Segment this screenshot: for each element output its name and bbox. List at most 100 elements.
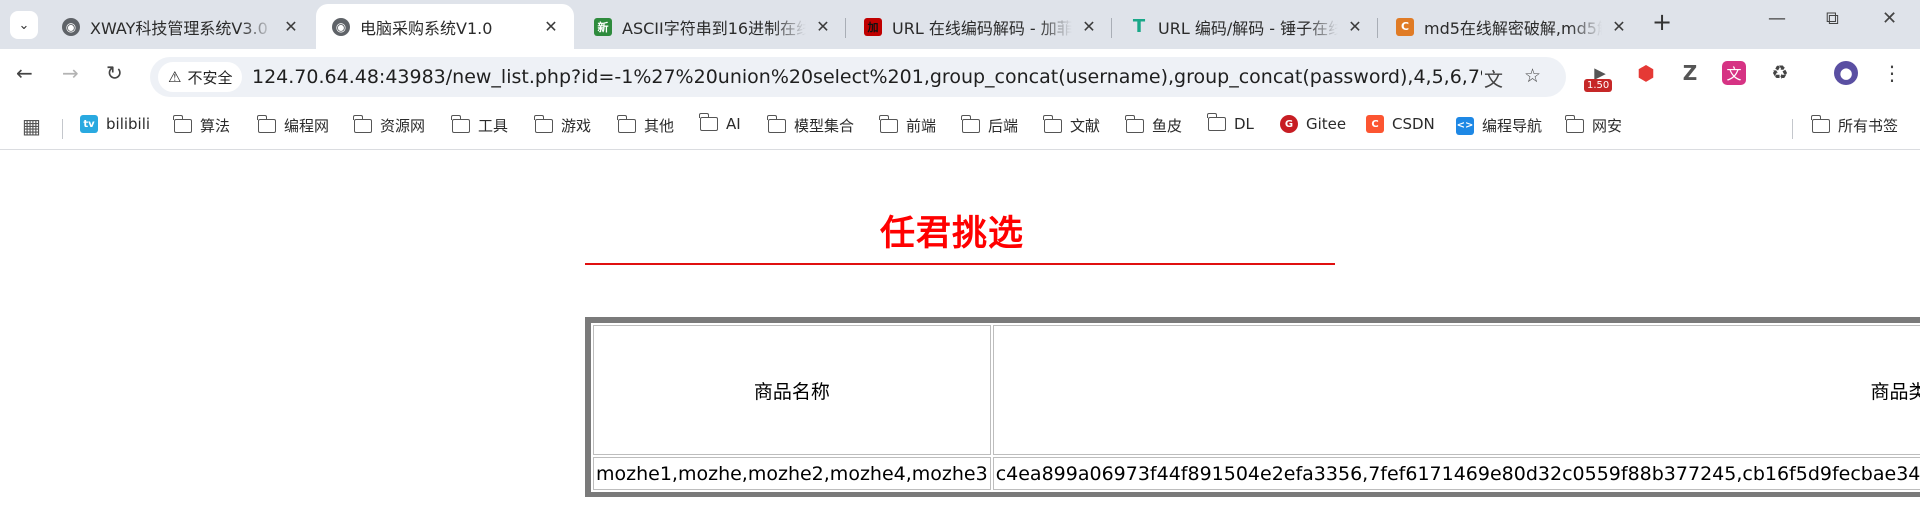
close-icon[interactable]: ✕	[542, 17, 560, 36]
folder-icon	[1207, 113, 1226, 131]
bookmark-divider	[62, 119, 63, 139]
tab-title: 电脑采购系统V1.0	[360, 18, 493, 38]
bookmark-folder-algorithm[interactable]: 算法	[173, 114, 230, 136]
puzzle-icon[interactable]: ♻	[1768, 61, 1792, 85]
translate-icon[interactable]: 文	[1484, 65, 1503, 92]
tab-strip: ⌄ ◉ XWAY科技管理系统V3.0 ✕ ◉ 电脑采购系统V1.0 ✕ 新 AS…	[0, 0, 1920, 49]
translator-icon[interactable]: 文	[1722, 61, 1746, 85]
folder-icon	[451, 114, 470, 133]
bookmark-folder-games[interactable]: 游戏	[534, 114, 591, 136]
bookmarks-bar: ▦ tv bilibili 算法 编程网 资源网 工具 游戏 其他 AI 模型集…	[0, 104, 1920, 150]
header-product-type: 商品类型	[992, 325, 1920, 455]
folder-icon	[1125, 114, 1144, 133]
star-icon[interactable]: ☆	[1524, 65, 1541, 87]
tool-icon: 新	[594, 17, 612, 36]
security-chip[interactable]: ⚠ 不安全	[158, 62, 243, 92]
bilibili-icon: tv	[80, 115, 98, 133]
code-nav-icon: <>	[1456, 116, 1474, 135]
folder-icon	[699, 113, 718, 131]
forward-arrow-icon[interactable]: →	[62, 61, 79, 85]
tab-title: ASCII字符串到16进制在线转换	[622, 18, 806, 38]
adblock-icon[interactable]: ⬢	[1634, 61, 1658, 85]
folder-icon	[1043, 114, 1062, 133]
new-tab-button[interactable]: +	[1652, 8, 1672, 36]
tab-xway[interactable]: ◉ XWAY科技管理系统V3.0 ✕	[46, 4, 314, 49]
folder-icon	[173, 114, 192, 133]
folder-icon	[961, 114, 980, 133]
chevron-down-icon: ⌄	[18, 17, 30, 33]
folder-icon	[1565, 114, 1584, 133]
extension-badge: 1.50	[1584, 79, 1613, 92]
globe-icon: ◉	[62, 17, 80, 36]
jia-icon: 加	[864, 17, 882, 36]
bookmark-folder-coding-sites[interactable]: 编程网	[257, 114, 329, 136]
tab-separator	[1111, 18, 1112, 38]
minimize-icon[interactable]: —	[1768, 8, 1786, 29]
csdn-icon: C	[1366, 115, 1384, 133]
avatar[interactable]: ●	[1834, 61, 1858, 85]
close-icon[interactable]: ✕	[1610, 17, 1628, 36]
md5-icon: C	[1396, 17, 1414, 36]
bookmark-folder-resources[interactable]: 资源网	[353, 114, 425, 136]
bookmark-folder-ai[interactable]: AI	[699, 113, 741, 133]
folder-icon	[767, 114, 786, 133]
bookmark-folder-papers[interactable]: 文献	[1043, 114, 1100, 136]
browser-toolbar: ← → ↻ ⚠ 不安全 124.70.64.48:43983/new_list.…	[0, 49, 1920, 104]
url-text[interactable]: 124.70.64.48:43983/new_list.php?id=-1%27…	[252, 66, 1482, 88]
apps-grid-icon[interactable]: ▦	[22, 114, 41, 138]
address-bar[interactable]: ⚠ 不安全 124.70.64.48:43983/new_list.php?id…	[150, 57, 1566, 97]
folder-icon	[617, 114, 636, 133]
tab-ascii-hex[interactable]: 新 ASCII字符串到16进制在线转换 ✕	[578, 4, 846, 49]
z-extension-icon[interactable]: Z	[1678, 61, 1702, 85]
goods-table: 商品名称 商品类型 mozhe1,mozhe,mozhe2,mozhe4,moz…	[591, 323, 1920, 492]
tab-title: URL 编码/解码 - 锤子在线工具	[1158, 18, 1338, 38]
bookmark-coding-nav[interactable]: <> 编程导航	[1456, 115, 1542, 136]
tab-separator	[1377, 18, 1378, 38]
bookmark-folder-tools[interactable]: 工具	[451, 114, 508, 136]
close-icon[interactable]: ✕	[814, 17, 832, 36]
page-title: 任君挑选	[880, 214, 1025, 254]
globe-icon: ◉	[332, 17, 350, 36]
bookmark-folder-yupi[interactable]: 鱼皮	[1125, 114, 1182, 136]
bookmark-folder-frontend[interactable]: 前端	[879, 114, 936, 136]
bookmark-divider	[1792, 119, 1793, 139]
bookmark-gitee[interactable]: G Gitee	[1280, 115, 1346, 133]
close-icon[interactable]: ✕	[1346, 17, 1364, 36]
menu-icon[interactable]: ⋮	[1880, 61, 1904, 85]
bookmark-folder-netsec[interactable]: 网安	[1565, 114, 1622, 136]
bookmark-folder-dl[interactable]: DL	[1207, 113, 1254, 133]
tab-computer-purchase[interactable]: ◉ 电脑采购系统V1.0 ✕	[316, 4, 574, 49]
bookmark-all-bookmarks[interactable]: 所有书签	[1811, 114, 1898, 136]
header-product-name: 商品名称	[593, 325, 991, 455]
folder-icon	[534, 114, 553, 133]
cell-passwords: c4ea899a06973f44f891504e2efa3356,7fef617…	[992, 457, 1920, 490]
bookmark-csdn[interactable]: C CSDN	[1366, 115, 1435, 133]
tab-md5[interactable]: C md5在线解密破解,md5解密加密 ✕	[1380, 4, 1642, 49]
warning-icon: ⚠	[168, 68, 182, 86]
bookmark-folder-backend[interactable]: 后端	[961, 114, 1018, 136]
folder-icon	[879, 114, 898, 133]
close-icon[interactable]: ✕	[282, 17, 300, 36]
tab-title: XWAY科技管理系统V3.0	[90, 18, 268, 38]
back-arrow-icon[interactable]: ←	[16, 61, 33, 85]
folder-icon	[1811, 114, 1830, 133]
tab-url-encode-jiafei[interactable]: 加 URL 在线编码解码 - 加菲工具 ✕	[848, 4, 1112, 49]
security-label: 不安全	[187, 68, 233, 87]
reload-icon[interactable]: ↻	[106, 61, 123, 85]
restore-icon[interactable]: ⧉	[1826, 8, 1839, 29]
table-header-row: 商品名称 商品类型	[593, 325, 1920, 455]
table-row: mozhe1,mozhe,mozhe2,mozhe4,mozhe3 c4ea89…	[593, 457, 1920, 490]
bookmark-folder-models[interactable]: 模型集合	[767, 114, 854, 136]
folder-icon	[257, 114, 276, 133]
tab-title: URL 在线编码解码 - 加菲工具	[892, 18, 1072, 38]
tab-separator	[845, 18, 846, 38]
hammer-icon: T	[1132, 17, 1146, 36]
tab-title: md5在线解密破解,md5解密加密	[1424, 18, 1602, 38]
bookmark-bilibili[interactable]: tv bilibili	[80, 115, 150, 133]
goods-table-frame: 商品名称 商品类型 mozhe1,mozhe,mozhe2,mozhe4,moz…	[585, 317, 1920, 497]
tab-url-encode-hammer[interactable]: T URL 编码/解码 - 锤子在线工具 ✕	[1114, 4, 1378, 49]
close-icon[interactable]: ✕	[1080, 17, 1098, 36]
bookmark-folder-other[interactable]: 其他	[617, 114, 674, 136]
window-close-icon[interactable]: ✕	[1882, 8, 1897, 29]
tab-search-button[interactable]: ⌄	[10, 11, 38, 39]
